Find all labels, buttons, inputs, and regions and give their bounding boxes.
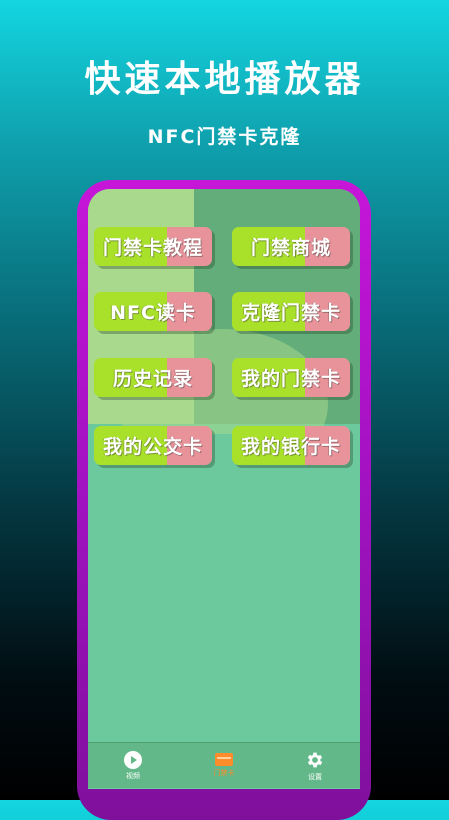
promo-title: 快速本地播放器 bbox=[84, 59, 365, 100]
card-icon bbox=[215, 753, 233, 766]
menu-button-clone-access-card[interactable]: 克隆门禁卡 bbox=[232, 292, 350, 331]
nav-label: 视频 bbox=[126, 771, 140, 780]
promo-subtitle: NFC门禁卡克隆 bbox=[147, 126, 302, 148]
menu-button-my-bank-card[interactable]: 我的银行卡 bbox=[232, 426, 350, 465]
menu-button-label: 门禁卡教程 bbox=[102, 237, 203, 259]
app-screen: 门禁卡教程 门禁商城 NFC读卡 克隆门禁卡 历史记录 我的门禁卡 我的公交卡 … bbox=[88, 189, 360, 789]
background-lower bbox=[88, 434, 360, 789]
menu-button-label: 我的银行卡 bbox=[240, 436, 341, 458]
menu-button-label: 我的公交卡 bbox=[102, 436, 203, 458]
menu-button-my-bus-card[interactable]: 我的公交卡 bbox=[94, 426, 212, 465]
bottom-nav: 视频 门禁卡 设置 bbox=[88, 742, 360, 788]
menu-button-access-card-tutorial[interactable]: 门禁卡教程 bbox=[94, 227, 212, 266]
nav-label: 门禁卡 bbox=[213, 769, 235, 777]
menu-button-label: 门禁商城 bbox=[250, 237, 331, 259]
nav-item-settings[interactable]: 设置 bbox=[270, 743, 360, 788]
menu-button-access-mall[interactable]: 门禁商城 bbox=[232, 227, 350, 266]
menu-button-label: 历史记录 bbox=[112, 368, 193, 390]
menu-button-label: 克隆门禁卡 bbox=[240, 302, 341, 324]
menu-button-my-access-card[interactable]: 我的门禁卡 bbox=[232, 358, 350, 397]
menu-button-label: NFC读卡 bbox=[110, 302, 196, 324]
menu-button-nfc-read[interactable]: NFC读卡 bbox=[94, 292, 212, 331]
gear-icon bbox=[307, 752, 323, 767]
nav-label: 设置 bbox=[308, 772, 322, 781]
menu-button-label: 我的门禁卡 bbox=[240, 368, 341, 390]
nav-item-access-card[interactable]: 门禁卡 bbox=[179, 743, 269, 788]
menu-button-history[interactable]: 历史记录 bbox=[94, 358, 212, 397]
play-icon bbox=[124, 750, 142, 769]
nav-item-video[interactable]: 视频 bbox=[88, 743, 178, 788]
